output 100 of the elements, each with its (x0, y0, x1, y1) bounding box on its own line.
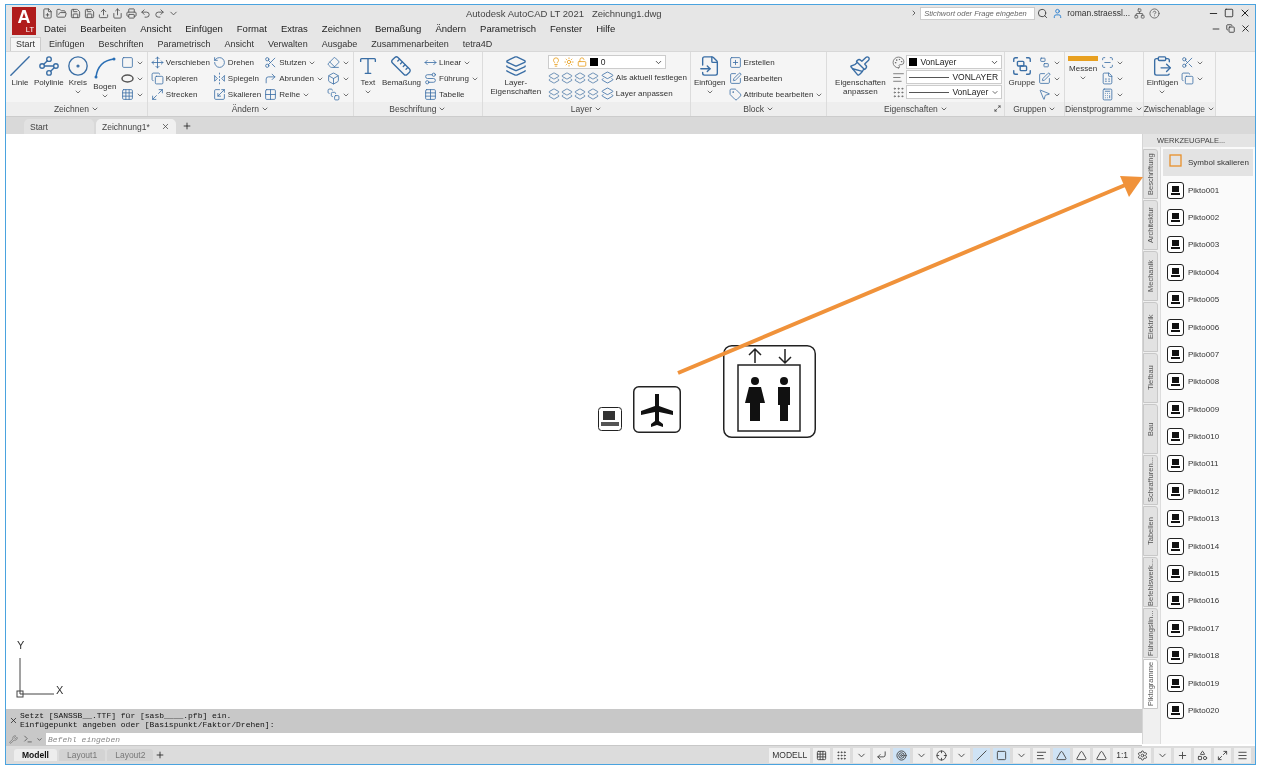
status-button[interactable] (1053, 747, 1071, 763)
layer-tool-button[interactable] (586, 87, 599, 100)
tool-button[interactable] (119, 87, 145, 102)
layer-dropdown[interactable]: 0 (547, 55, 666, 69)
status-button[interactable] (873, 747, 891, 763)
status-button[interactable] (1134, 747, 1151, 763)
status-button[interactable] (833, 747, 851, 763)
document-tab[interactable]: Start (24, 119, 94, 134)
menu-item[interactable]: Format (236, 23, 267, 34)
tool-button[interactable]: Text (355, 55, 380, 97)
toolbar-button[interactable] (126, 7, 137, 19)
command-input[interactable]: Befehl eingeben (46, 733, 1142, 745)
close-icon[interactable] (1240, 23, 1251, 34)
layer-tool-button[interactable] (573, 87, 586, 100)
tool-button[interactable]: Eigenschaften anpassen (829, 55, 892, 97)
tool-button[interactable]: Linear (423, 55, 480, 70)
palette-item[interactable]: Pikto008 (1163, 368, 1253, 396)
tool-button[interactable]: Bearbeiten (727, 71, 825, 86)
panel-title-bar[interactable]: Zeichnen (6, 102, 147, 116)
palette-item[interactable]: Pikto004 (1163, 258, 1253, 286)
status-button[interactable] (1093, 747, 1111, 763)
menu-item[interactable]: Hilfe (596, 23, 616, 34)
menu-item[interactable]: Datei (44, 23, 67, 34)
palette-item[interactable]: Pikto006 (1163, 313, 1253, 341)
palette-item[interactable]: Pikto019 (1163, 669, 1253, 697)
tool-button[interactable]: Strecken (149, 87, 211, 102)
model-space-button[interactable]: MODELL (769, 747, 811, 763)
tool-button[interactable]: Erstellen (727, 55, 825, 70)
tool-button[interactable]: Bogen (90, 55, 119, 101)
tool-button[interactable]: Attribute bearbeiten (727, 87, 825, 102)
panel-title-bar[interactable]: Eigenschaften (827, 102, 1005, 116)
tool-button[interactable]: Drehen (211, 55, 263, 70)
tool-button[interactable]: Als aktuell festlegen (599, 70, 688, 85)
panel-title-bar[interactable]: Ändern (147, 102, 353, 116)
palette-item[interactable]: Pikto014 (1163, 532, 1253, 560)
tool-button[interactable]: Layer anpassen (599, 86, 674, 101)
tool-button[interactable]: Spiegeln (211, 71, 263, 86)
line-dropdown[interactable]: VonLayer (906, 85, 1003, 99)
tool-button[interactable]: Einfügen (693, 55, 727, 97)
palette-item[interactable]: Pikto010 (1163, 422, 1253, 451)
menu-item[interactable]: Zeichnen (321, 23, 361, 34)
maximize-icon[interactable] (1224, 8, 1234, 18)
status-button[interactable] (1194, 747, 1211, 763)
status-button[interactable] (1234, 747, 1251, 763)
panel-title-bar[interactable]: Beschriftung (353, 102, 482, 116)
layer-tool-button[interactable] (547, 87, 560, 100)
restore-icon[interactable] (1226, 24, 1235, 33)
tool-button[interactable] (119, 71, 145, 86)
palette-item[interactable]: Pikto018 (1163, 642, 1253, 670)
tool-button[interactable]: Verschieben (149, 55, 211, 70)
layer-tool-button[interactable] (560, 71, 573, 84)
toolbar-button[interactable] (154, 7, 165, 19)
tool-button[interactable] (119, 55, 145, 70)
search-button[interactable] (1037, 7, 1049, 19)
status-button[interactable] (973, 747, 991, 763)
help-icon[interactable] (1149, 7, 1160, 19)
line-dropdown[interactable]: VONLAYER (906, 70, 1003, 84)
layer-tool-button[interactable] (586, 71, 599, 84)
close-icon[interactable] (1239, 7, 1251, 19)
status-button[interactable] (1073, 747, 1091, 763)
layout-tab[interactable]: Modell (14, 749, 57, 761)
ribbon-tab[interactable]: Zusammenarbeiten (365, 37, 455, 51)
tool-button[interactable]: Stutzen (263, 55, 325, 70)
menu-item[interactable]: Parametrisch (480, 23, 537, 34)
ribbon-tab[interactable]: Start (10, 37, 41, 51)
layer-tool-button[interactable] (573, 71, 586, 84)
tool-button[interactable]: Abrunden (263, 71, 325, 86)
menu-item[interactable]: Einfügen (185, 23, 223, 34)
palette-item[interactable]: Pikto002 (1163, 203, 1253, 232)
palette-item[interactable]: Pikto020 (1163, 696, 1253, 725)
menu-item[interactable]: Ändern (435, 23, 467, 34)
tool-button[interactable]: Kopieren (149, 71, 211, 86)
menu-item[interactable]: Ansicht (140, 23, 172, 34)
tool-button[interactable]: Tabelle (423, 87, 480, 102)
palette-item[interactable]: Pikto013 (1163, 505, 1253, 533)
color-dropdown[interactable]: VonLayer (906, 55, 1003, 69)
ribbon-tab[interactable]: Einfügen (43, 37, 91, 51)
tool-button[interactable]: Gruppe (1007, 55, 1037, 88)
menu-item[interactable]: Bemaßung (374, 23, 422, 34)
status-button[interactable] (1033, 747, 1051, 763)
palette-item[interactable]: Pikto001 (1163, 176, 1253, 204)
toolbar-button[interactable] (70, 7, 81, 19)
plus-icon[interactable] (155, 750, 166, 760)
layer-tool-button[interactable] (547, 71, 560, 84)
status-button[interactable] (933, 747, 951, 763)
tool-button[interactable]: Kreis (65, 55, 90, 97)
document-tab[interactable]: Zeichnung1* (96, 119, 176, 134)
tool-button[interactable] (325, 71, 351, 86)
status-button[interactable] (1214, 747, 1231, 763)
plus-icon[interactable] (182, 121, 192, 131)
toolbar-button[interactable] (140, 7, 151, 19)
palette-item[interactable]: Pikto011 (1163, 450, 1253, 478)
status-button[interactable] (813, 747, 831, 763)
palette-item[interactable]: Symbol skalieren (1163, 149, 1253, 177)
menu-item[interactable]: Extras (280, 23, 308, 34)
toolbar-button[interactable] (84, 7, 95, 19)
panel-title-bar[interactable]: Dienstprogramme (1065, 102, 1143, 116)
tool-button[interactable]: Einfügen (1145, 55, 1180, 97)
annotation-scale-button[interactable]: 1:1 (1113, 747, 1131, 763)
panel-title-bar[interactable]: Gruppen (1005, 102, 1065, 116)
